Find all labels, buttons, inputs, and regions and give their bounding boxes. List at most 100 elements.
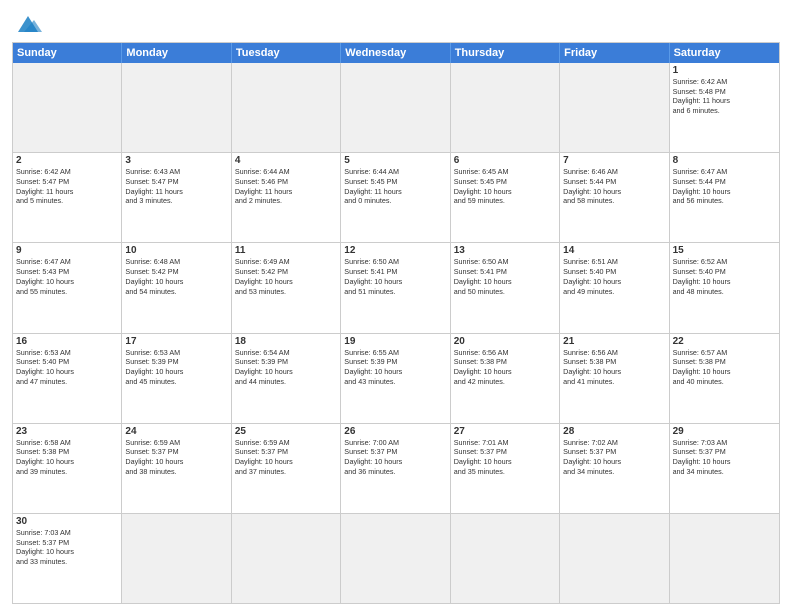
day-content: Sunrise: 6:47 AM Sunset: 5:44 PM Dayligh… (673, 167, 776, 206)
day-content: Sunrise: 6:56 AM Sunset: 5:38 PM Dayligh… (563, 348, 665, 387)
day-number: 3 (125, 155, 227, 166)
empty-cell (451, 63, 560, 152)
day-number: 12 (344, 245, 446, 256)
day-cell: 25Sunrise: 6:59 AM Sunset: 5:37 PM Dayli… (232, 424, 341, 513)
calendar-row: 2Sunrise: 6:42 AM Sunset: 5:47 PM Daylig… (13, 153, 779, 243)
day-content: Sunrise: 6:48 AM Sunset: 5:42 PM Dayligh… (125, 257, 227, 296)
day-number: 29 (673, 426, 776, 437)
day-number: 5 (344, 155, 446, 166)
day-number: 1 (673, 65, 776, 76)
day-number: 25 (235, 426, 337, 437)
empty-cell (670, 514, 779, 603)
weekday-header: Friday (560, 43, 669, 63)
day-content: Sunrise: 6:42 AM Sunset: 5:48 PM Dayligh… (673, 77, 776, 116)
day-content: Sunrise: 6:44 AM Sunset: 5:45 PM Dayligh… (344, 167, 446, 206)
day-content: Sunrise: 6:50 AM Sunset: 5:41 PM Dayligh… (454, 257, 556, 296)
day-content: Sunrise: 7:03 AM Sunset: 5:37 PM Dayligh… (673, 438, 776, 477)
day-cell: 30Sunrise: 7:03 AM Sunset: 5:37 PM Dayli… (13, 514, 122, 603)
day-content: Sunrise: 6:59 AM Sunset: 5:37 PM Dayligh… (125, 438, 227, 477)
calendar-body: 1Sunrise: 6:42 AM Sunset: 5:48 PM Daylig… (13, 63, 779, 603)
day-number: 8 (673, 155, 776, 166)
day-number: 15 (673, 245, 776, 256)
day-cell: 11Sunrise: 6:49 AM Sunset: 5:42 PM Dayli… (232, 243, 341, 332)
empty-cell (560, 514, 669, 603)
day-number: 22 (673, 336, 776, 347)
day-cell: 22Sunrise: 6:57 AM Sunset: 5:38 PM Dayli… (670, 334, 779, 423)
day-number: 20 (454, 336, 556, 347)
calendar-row: 9Sunrise: 6:47 AM Sunset: 5:43 PM Daylig… (13, 243, 779, 333)
day-cell: 27Sunrise: 7:01 AM Sunset: 5:37 PM Dayli… (451, 424, 560, 513)
day-cell: 1Sunrise: 6:42 AM Sunset: 5:48 PM Daylig… (670, 63, 779, 152)
day-cell: 6Sunrise: 6:45 AM Sunset: 5:45 PM Daylig… (451, 153, 560, 242)
day-content: Sunrise: 6:56 AM Sunset: 5:38 PM Dayligh… (454, 348, 556, 387)
day-number: 6 (454, 155, 556, 166)
day-cell: 21Sunrise: 6:56 AM Sunset: 5:38 PM Dayli… (560, 334, 669, 423)
page: SundayMondayTuesdayWednesdayThursdayFrid… (0, 0, 792, 612)
day-number: 23 (16, 426, 118, 437)
empty-cell (13, 63, 122, 152)
day-number: 27 (454, 426, 556, 437)
day-cell: 2Sunrise: 6:42 AM Sunset: 5:47 PM Daylig… (13, 153, 122, 242)
day-content: Sunrise: 6:42 AM Sunset: 5:47 PM Dayligh… (16, 167, 118, 206)
day-cell: 24Sunrise: 6:59 AM Sunset: 5:37 PM Dayli… (122, 424, 231, 513)
empty-cell (560, 63, 669, 152)
day-content: Sunrise: 6:44 AM Sunset: 5:46 PM Dayligh… (235, 167, 337, 206)
day-content: Sunrise: 6:47 AM Sunset: 5:43 PM Dayligh… (16, 257, 118, 296)
day-number: 14 (563, 245, 665, 256)
day-cell: 12Sunrise: 6:50 AM Sunset: 5:41 PM Dayli… (341, 243, 450, 332)
empty-cell (451, 514, 560, 603)
day-cell: 26Sunrise: 7:00 AM Sunset: 5:37 PM Dayli… (341, 424, 450, 513)
day-cell: 28Sunrise: 7:02 AM Sunset: 5:37 PM Dayli… (560, 424, 669, 513)
day-cell: 16Sunrise: 6:53 AM Sunset: 5:40 PM Dayli… (13, 334, 122, 423)
weekday-header: Wednesday (341, 43, 450, 63)
day-number: 2 (16, 155, 118, 166)
weekday-header: Sunday (13, 43, 122, 63)
day-number: 4 (235, 155, 337, 166)
day-number: 11 (235, 245, 337, 256)
empty-cell (341, 63, 450, 152)
day-content: Sunrise: 7:02 AM Sunset: 5:37 PM Dayligh… (563, 438, 665, 477)
day-cell: 23Sunrise: 6:58 AM Sunset: 5:38 PM Dayli… (13, 424, 122, 513)
day-number: 17 (125, 336, 227, 347)
day-content: Sunrise: 6:53 AM Sunset: 5:39 PM Dayligh… (125, 348, 227, 387)
day-content: Sunrise: 6:55 AM Sunset: 5:39 PM Dayligh… (344, 348, 446, 387)
day-content: Sunrise: 6:49 AM Sunset: 5:42 PM Dayligh… (235, 257, 337, 296)
day-cell: 19Sunrise: 6:55 AM Sunset: 5:39 PM Dayli… (341, 334, 450, 423)
logo (12, 14, 42, 36)
calendar: SundayMondayTuesdayWednesdayThursdayFrid… (12, 42, 780, 604)
day-content: Sunrise: 6:57 AM Sunset: 5:38 PM Dayligh… (673, 348, 776, 387)
day-content: Sunrise: 6:50 AM Sunset: 5:41 PM Dayligh… (344, 257, 446, 296)
day-cell: 29Sunrise: 7:03 AM Sunset: 5:37 PM Dayli… (670, 424, 779, 513)
day-number: 16 (16, 336, 118, 347)
day-content: Sunrise: 6:59 AM Sunset: 5:37 PM Dayligh… (235, 438, 337, 477)
day-content: Sunrise: 6:52 AM Sunset: 5:40 PM Dayligh… (673, 257, 776, 296)
day-cell: 3Sunrise: 6:43 AM Sunset: 5:47 PM Daylig… (122, 153, 231, 242)
day-cell: 18Sunrise: 6:54 AM Sunset: 5:39 PM Dayli… (232, 334, 341, 423)
day-content: Sunrise: 6:53 AM Sunset: 5:40 PM Dayligh… (16, 348, 118, 387)
day-number: 26 (344, 426, 446, 437)
day-cell: 5Sunrise: 6:44 AM Sunset: 5:45 PM Daylig… (341, 153, 450, 242)
logo-area (12, 10, 42, 36)
day-number: 19 (344, 336, 446, 347)
calendar-row: 30Sunrise: 7:03 AM Sunset: 5:37 PM Dayli… (13, 514, 779, 603)
day-content: Sunrise: 6:46 AM Sunset: 5:44 PM Dayligh… (563, 167, 665, 206)
day-number: 18 (235, 336, 337, 347)
calendar-row: 23Sunrise: 6:58 AM Sunset: 5:38 PM Dayli… (13, 424, 779, 514)
day-content: Sunrise: 6:43 AM Sunset: 5:47 PM Dayligh… (125, 167, 227, 206)
calendar-header: SundayMondayTuesdayWednesdayThursdayFrid… (13, 43, 779, 63)
empty-cell (232, 63, 341, 152)
day-number: 28 (563, 426, 665, 437)
calendar-row: 1Sunrise: 6:42 AM Sunset: 5:48 PM Daylig… (13, 63, 779, 153)
empty-cell (122, 63, 231, 152)
day-cell: 4Sunrise: 6:44 AM Sunset: 5:46 PM Daylig… (232, 153, 341, 242)
empty-cell (341, 514, 450, 603)
day-cell: 17Sunrise: 6:53 AM Sunset: 5:39 PM Dayli… (122, 334, 231, 423)
weekday-header: Monday (122, 43, 231, 63)
day-number: 10 (125, 245, 227, 256)
day-number: 30 (16, 516, 118, 527)
day-number: 7 (563, 155, 665, 166)
weekday-header: Saturday (670, 43, 779, 63)
empty-cell (122, 514, 231, 603)
day-cell: 8Sunrise: 6:47 AM Sunset: 5:44 PM Daylig… (670, 153, 779, 242)
day-number: 13 (454, 245, 556, 256)
